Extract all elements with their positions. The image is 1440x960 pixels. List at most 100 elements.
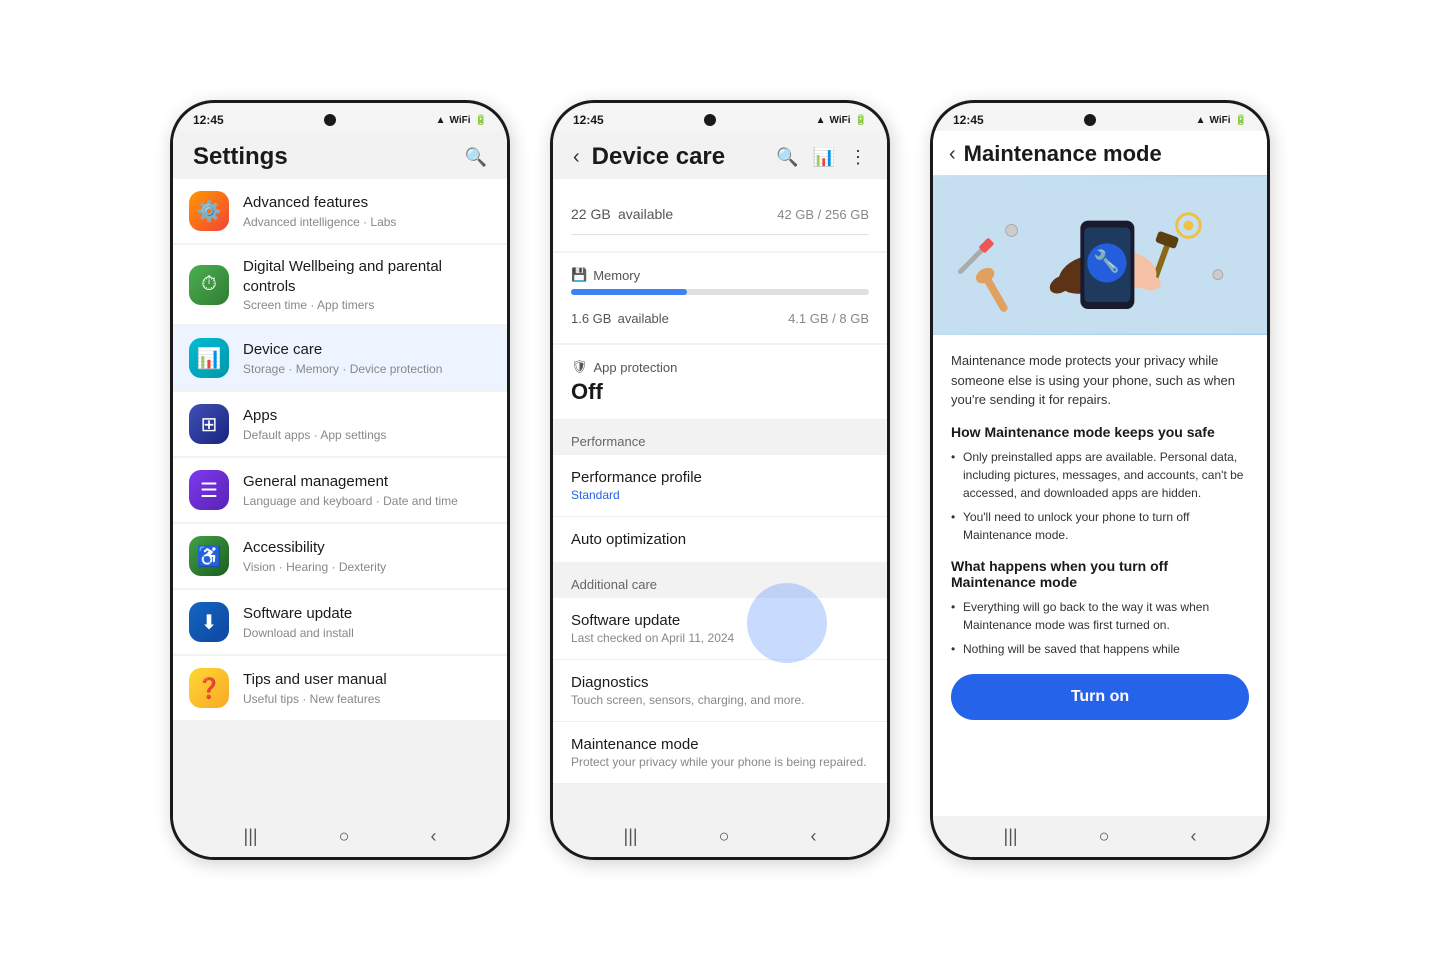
back-button-3[interactable]: ‹ [949,143,956,166]
settings-item-0[interactable]: ⚙️ Advanced features Advanced intelligen… [173,179,507,243]
perf-profile-title: Performance profile [571,469,869,486]
performance-profile-item[interactable]: Performance profile Standard [553,455,887,517]
signal-icons-3: ▲WiFi🔋 [1196,115,1247,126]
maintenance-title: Maintenance mode [571,736,869,753]
settings-text-3: Apps Default apps · App settings [243,406,491,442]
settings-icon-7: ❓ [189,668,229,708]
memory-avail-label: available [618,311,669,326]
search-icon[interactable]: 🔍 [465,147,487,168]
nav-back-1[interactable]: ‹ [430,826,436,847]
settings-title-0: Advanced features [243,193,491,213]
memory-stats: 1.6 GB available 4.1 GB / 8 GB [571,303,869,329]
storage-card[interactable]: 22 GB available 42 GB / 256 GB [553,179,887,251]
auto-opt-title: Auto optimization [571,531,869,548]
status-bar-1: 12:45 ▲WiFi🔋 [173,103,507,131]
search-icon-2[interactable]: 🔍 [776,147,798,168]
settings-list: ⚙️ Advanced features Advanced intelligen… [173,179,507,816]
chart-icon[interactable]: 📊 [813,147,835,168]
nav-back-3[interactable]: ‹ [1190,826,1196,847]
settings-title-5: Accessibility [243,538,491,558]
settings-item-7[interactable]: ❓ Tips and user manual Useful tips · New… [173,656,507,720]
maintenance-mode-item[interactable]: Maintenance mode Protect your privacy wh… [553,722,887,784]
software-update-item[interactable]: Software update Last checked on April 11… [553,598,887,660]
settings-text-0: Advanced features Advanced intelligence … [243,193,491,229]
settings-text-1: Digital Wellbeing and parental controls … [243,257,491,312]
camera-3 [1084,114,1096,126]
settings-item-1[interactable]: ⏱ Digital Wellbeing and parental control… [173,245,507,324]
settings-item-5[interactable]: ♿ Accessibility Vision · Hearing · Dexte… [173,524,507,588]
settings-subtitle-7: Useful tips · New features [243,692,491,706]
nav-recent-2[interactable]: ||| [624,826,638,847]
memory-gb: 1.6 GB [571,303,618,328]
status-bar-3: 12:45 ▲WiFi🔋 [933,103,1267,131]
storage-available-label: available [618,206,673,222]
nav-bar-1: ||| ○ ‹ [173,816,507,857]
auto-optimization-item[interactable]: Auto optimization [553,517,887,563]
diagnostics-title: Diagnostics [571,674,869,691]
memory-progress [571,289,869,295]
phone-2: 12:45 ▲WiFi🔋 ‹ Device care 🔍 📊 ⋮ [550,100,890,860]
turn-on-button[interactable]: Turn on [951,674,1249,720]
section2-item-1: Nothing will be saved that happens while [951,640,1249,658]
nav-recent-3[interactable]: ||| [1004,826,1018,847]
nav-home-1[interactable]: ○ [339,826,350,847]
settings-title-6: Software update [243,604,491,624]
nav-home-2[interactable]: ○ [719,826,730,847]
time-3: 12:45 [953,113,984,127]
memory-progress-fill [571,289,687,295]
section2-list: Everything will go back to the way it wa… [951,598,1249,658]
settings-title-3: Apps [243,406,491,426]
app-protection-value: Off [571,379,869,405]
nav-home-3[interactable]: ○ [1099,826,1110,847]
settings-subtitle-2: Storage · Memory · Device protection [243,362,491,376]
settings-icon-2: 📊 [189,338,229,378]
settings-item-2[interactable]: 📊 Device care Storage · Memory · Device … [173,326,507,390]
settings-subtitle-6: Download and install [243,626,491,640]
settings-icon-1: ⏱ [189,265,229,305]
header-icons-1: 🔍 [465,147,487,168]
diagnostics-item[interactable]: Diagnostics Touch screen, sensors, charg… [553,660,887,722]
time-1: 12:45 [193,113,224,127]
settings-icon-3: ⊞ [189,404,229,444]
settings-icon-4: ☰ [189,470,229,510]
header-icons-2: 🔍 📊 ⋮ [776,147,867,168]
nav-recent-1[interactable]: ||| [244,826,258,847]
screen-1: Settings 🔍 ⚙️ Advanced features Advanced… [173,131,507,816]
device-care-content: 22 GB available 42 GB / 256 GB 💾 Memory [553,179,887,816]
settings-title-7: Tips and user manual [243,670,491,690]
settings-text-7: Tips and user manual Useful tips · New f… [243,670,491,706]
settings-item-6[interactable]: ⬇ Software update Download and install [173,590,507,654]
perf-profile-value: Standard [571,488,869,502]
maintenance-header: ‹ Maintenance mode [933,131,1267,175]
maintenance-body: Maintenance mode protects your privacy w… [933,335,1267,736]
settings-item-4[interactable]: ☰ General management Language and keyboa… [173,458,507,522]
signal-icons-1: ▲WiFi🔋 [436,115,487,126]
settings-icon-5: ♿ [189,536,229,576]
shield-label: 🛡 App protection [571,359,869,375]
more-icon[interactable]: ⋮ [849,147,867,168]
settings-item-3[interactable]: ⊞ Apps Default apps · App settings [173,392,507,456]
settings-subtitle-3: Default apps · App settings [243,428,491,442]
memory-card[interactable]: 💾 Memory 1.6 GB available 4.1 GB / 8 GB [553,253,887,343]
settings-title-1: Digital Wellbeing and parental controls [243,257,491,296]
maintenance-page-title: Maintenance mode [964,141,1162,167]
back-button-2[interactable]: ‹ [573,146,580,169]
settings-subtitle-1: Screen time · App timers [243,298,491,312]
diagnostics-sub: Touch screen, sensors, charging, and mor… [571,693,869,707]
settings-subtitle-0: Advanced intelligence · Labs [243,215,491,229]
page-title-1: Settings [193,143,288,171]
nav-back-2[interactable]: ‹ [810,826,816,847]
memory-total: 4.1 GB / 8 GB [788,311,869,326]
page-title-2: Device care [592,143,725,171]
section2-title: What happens when you turn off Maintenan… [951,558,1249,590]
settings-header: Settings 🔍 [173,131,507,179]
section-additional: Additional care [553,563,887,598]
storage-gb: 22 GB [571,195,618,225]
time-2: 12:45 [573,113,604,127]
app-protection-item[interactable]: 🛡 App protection Off [553,345,887,420]
section1-title: How Maintenance mode keeps you safe [951,424,1249,440]
nav-bar-3: ||| ○ ‹ [933,816,1267,857]
camera-1 [324,114,336,126]
phone-3: 12:45 ▲WiFi🔋 ‹ Maintenance mode [930,100,1270,860]
settings-title-4: General management [243,472,491,492]
